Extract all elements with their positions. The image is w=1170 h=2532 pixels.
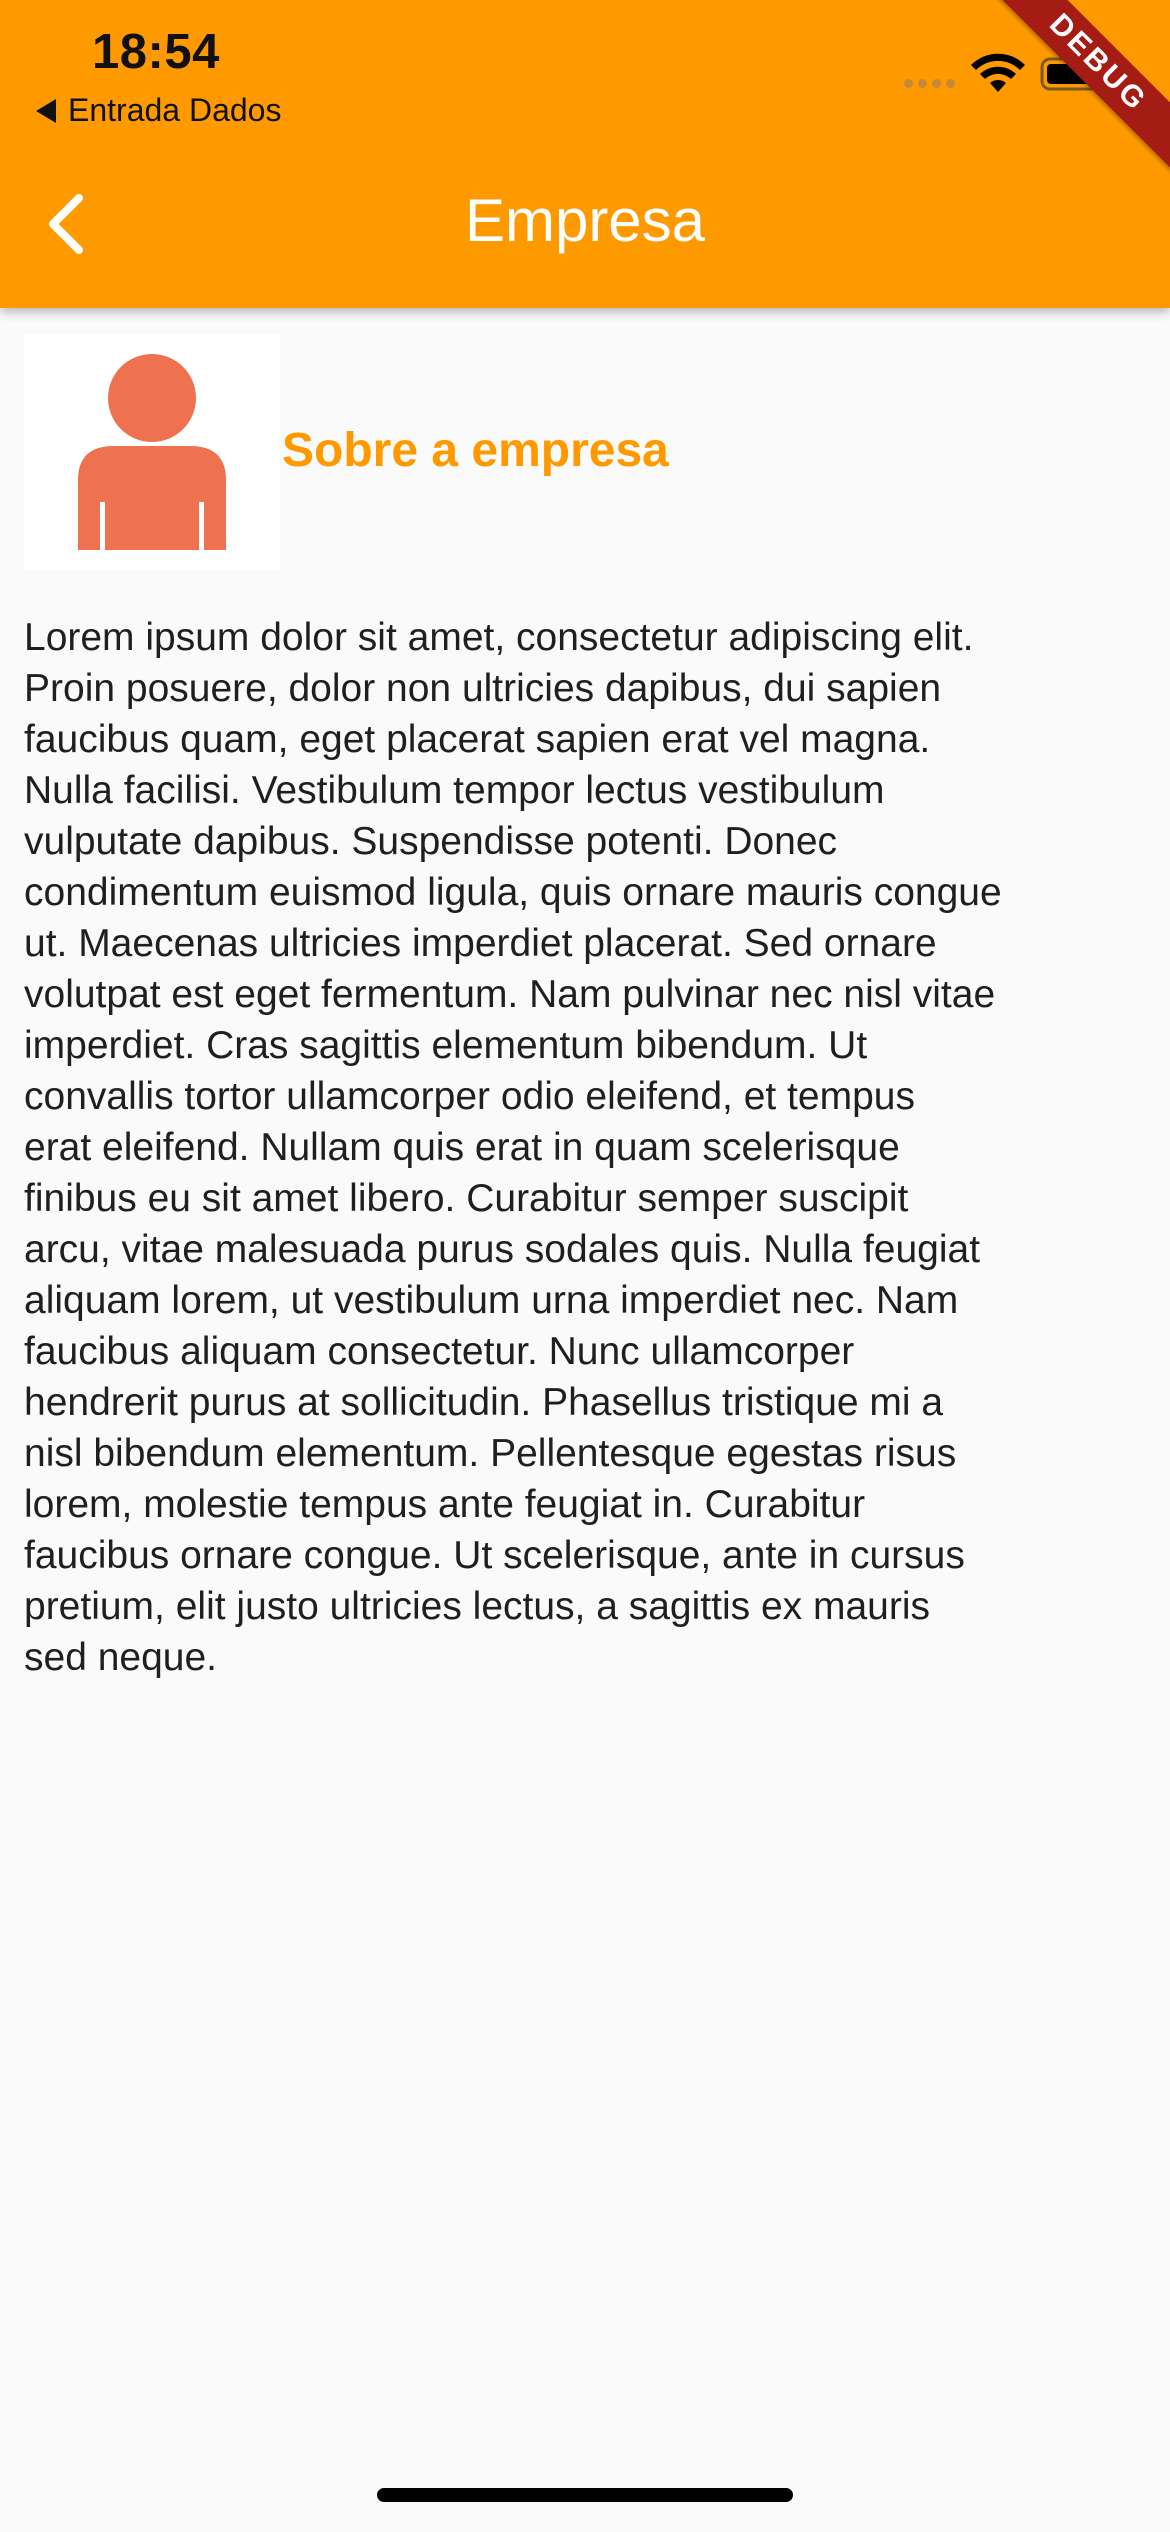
description-line: ut. Maecenas ultricies imperdiet placera… bbox=[24, 922, 937, 965]
description-line: nisl bibendum elementum. Pellentesque eg… bbox=[24, 1432, 957, 1475]
description-line: imperdiet. Cras sagittis elementum biben… bbox=[24, 1024, 868, 1067]
description-line: Nulla facilisi. Vestibulum tempor lectus… bbox=[24, 769, 885, 812]
description-line: volutpat est eget fermentum. Nam pulvina… bbox=[24, 973, 996, 1016]
back-to-app-button[interactable]: Entrada Dados bbox=[36, 92, 281, 129]
description-line: faucibus quam, eget placerat sapien erat… bbox=[24, 718, 931, 761]
description-line: Lorem ipsum dolor sit amet, consectetur … bbox=[24, 616, 974, 659]
back-triangle-icon bbox=[36, 98, 56, 123]
description-line: convallis tortor ullamcorper odio eleife… bbox=[24, 1075, 915, 1118]
page-title: Empresa bbox=[464, 187, 706, 254]
description-line: sed neque. bbox=[24, 1636, 218, 1679]
status-time: 18:54 bbox=[92, 25, 220, 79]
description-line: Proin posuere, dolor non ultricies dapib… bbox=[24, 667, 942, 710]
description-line: aliquam lorem, ut vestibulum urna imperd… bbox=[24, 1279, 959, 1322]
description-line: finibus eu sit amet libero. Curabitur se… bbox=[24, 1177, 909, 1220]
description-line: arcu, vitae malesuada purus sodales quis… bbox=[24, 1228, 981, 1271]
person-icon bbox=[78, 354, 226, 550]
company-avatar bbox=[24, 334, 280, 570]
description-line: vulputate dapibus. Suspendisse potenti. … bbox=[24, 820, 838, 863]
description-line: condimentum euismod ligula, quis ornare … bbox=[24, 871, 1002, 914]
about-title: Sobre a empresa bbox=[282, 423, 669, 477]
description-line: pretium, elit justo ultricies lectus, a … bbox=[24, 1585, 930, 1628]
about-header: Sobre a empresa bbox=[24, 334, 669, 570]
screen: 18:54 Entrada Dados Empresa DEBUG Sobre … bbox=[0, 0, 1170, 2532]
description-line: erat eleifend. Nullam quis erat in quam … bbox=[24, 1126, 900, 1169]
description-line: lorem, molestie tempus ante feugiat in. … bbox=[24, 1483, 866, 1526]
description-line: faucibus ornare congue. Ut scelerisque, … bbox=[24, 1534, 965, 1577]
back-to-app-label: Entrada Dados bbox=[68, 92, 282, 128]
description-line: faucibus aliquam consectetur. Nunc ullam… bbox=[24, 1330, 855, 1373]
cellular-signal-icon bbox=[904, 79, 955, 88]
wifi-icon bbox=[971, 53, 1025, 92]
description-line: hendrerit purus at sollicitudin. Phasell… bbox=[24, 1381, 944, 1424]
app-header: 18:54 Entrada Dados Empresa bbox=[0, 0, 1170, 308]
home-indicator[interactable] bbox=[377, 2488, 793, 2502]
about-description: Lorem ipsum dolor sit amet, consectetur … bbox=[24, 612, 1154, 1683]
